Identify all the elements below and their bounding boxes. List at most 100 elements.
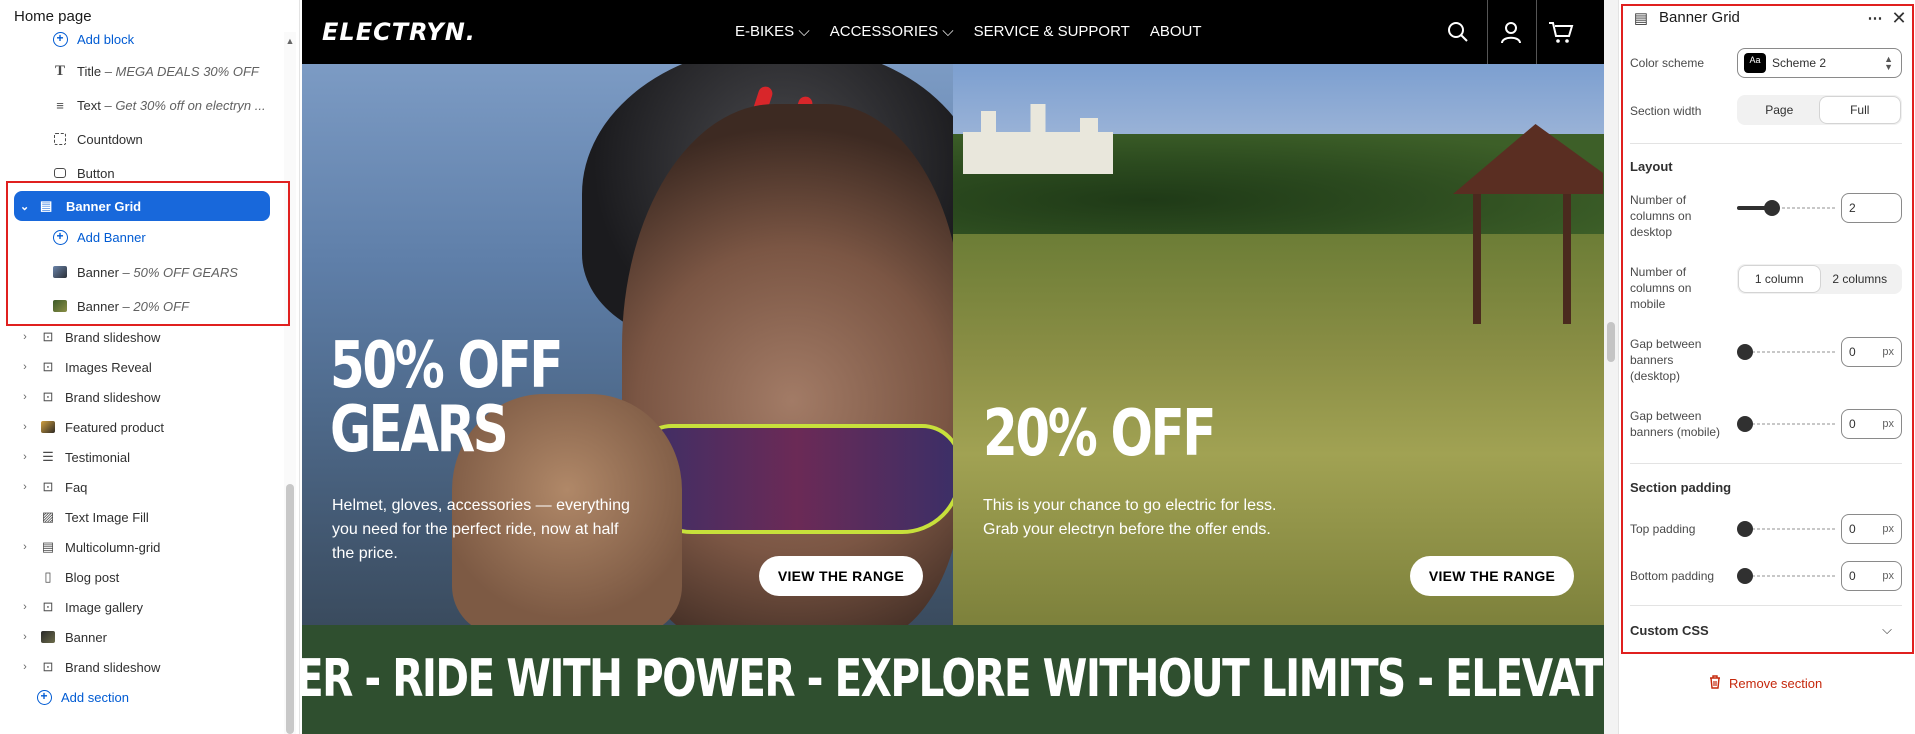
- search-icon[interactable]: [1440, 14, 1476, 50]
- menu-label: E-BIKES: [735, 23, 795, 40]
- banner-title: 20% OFF: [983, 397, 1216, 471]
- scroll-up-icon[interactable]: ▲: [284, 36, 296, 48]
- chevron-right-icon[interactable]: ›: [18, 331, 32, 343]
- remove-section-button[interactable]: Remove section: [1709, 675, 1822, 692]
- section-brand-slideshow[interactable]: › ⊡ Brand slideshow: [0, 652, 160, 682]
- preview-scrollbar[interactable]: [1604, 0, 1618, 734]
- chevron-down-icon: ⌵: [942, 23, 954, 40]
- store-header: ELECTRYN. E-BIKES ⌵ ACCESSORIES ⌵ SERVIC…: [302, 0, 1604, 64]
- banner-text: Helmet, gloves, accessories — everything…: [332, 497, 630, 562]
- section-label: Text Image Fill: [65, 509, 149, 525]
- view-range-button[interactable]: VIEW THE RANGE: [1410, 556, 1574, 596]
- block-detail: – MEGA DEALS 30% OFF: [101, 63, 259, 79]
- section-text-image-fill[interactable]: ▨ Text Image Fill: [0, 502, 149, 532]
- store-logo[interactable]: ELECTRYN.: [322, 18, 476, 46]
- store-preview: ELECTRYN. E-BIKES ⌵ ACCESSORIES ⌵ SERVIC…: [302, 0, 1604, 734]
- add-block-label: Add block: [77, 31, 135, 47]
- trash-icon: [1709, 675, 1721, 692]
- block-label: Button: [77, 165, 115, 181]
- section-label: Brand slideshow: [65, 389, 161, 405]
- section-label: Testimonial: [65, 449, 131, 465]
- section-images-reveal[interactable]: › ⊡ Images Reveal: [0, 352, 152, 382]
- menu-item-e-bikes[interactable]: E-BIKES ⌵: [735, 23, 810, 40]
- chevron-right-icon[interactable]: ›: [18, 361, 32, 373]
- highlight-box-sections: [6, 181, 290, 326]
- add-section-button[interactable]: + Add section: [0, 682, 129, 712]
- chevron-right-icon[interactable]: ›: [18, 421, 32, 433]
- sidebar-scroll-thumb[interactable]: [286, 484, 294, 734]
- block-text[interactable]: ≡ Text – Get 30% off on electryn ...: [0, 90, 266, 120]
- chevron-right-icon[interactable]: ›: [18, 601, 32, 613]
- image-icon: ⊡: [42, 599, 54, 614]
- list-icon: ☰: [42, 449, 54, 464]
- image-icon: ⊡: [42, 479, 54, 494]
- add-section-label: Add section: [61, 689, 129, 705]
- chevron-right-icon[interactable]: ›: [18, 481, 32, 493]
- chevron-right-icon[interactable]: ›: [18, 541, 32, 553]
- text-paragraph-icon: ≡: [56, 97, 64, 113]
- hut-post: [1563, 194, 1571, 324]
- chevron-right-icon[interactable]: ›: [18, 391, 32, 403]
- scrolling-text-band: ER - RIDE WITH POWER - EXPLORE WITHOUT L…: [302, 625, 1604, 734]
- left-sidebar: Home page ▲ + Add block T Title – MEGA D…: [0, 0, 300, 734]
- section-label: Faq: [65, 479, 88, 495]
- section-label: Brand slideshow: [65, 659, 161, 675]
- cart-icon[interactable]: [1543, 14, 1579, 50]
- section-label: Image gallery: [65, 599, 144, 615]
- chevron-right-icon[interactable]: ›: [18, 451, 32, 463]
- section-banner[interactable]: › Banner: [0, 622, 107, 652]
- header-divider: [1487, 0, 1488, 64]
- chevron-right-icon[interactable]: ›: [18, 661, 32, 673]
- menu-item-about[interactable]: ABOUT: [1150, 23, 1202, 40]
- section-brand-slideshow[interactable]: › ⊡ Brand slideshow: [0, 322, 160, 352]
- button-icon: [52, 165, 68, 181]
- remove-section-label: Remove section: [1729, 676, 1823, 691]
- banner-text: This is your chance to go electric for l…: [983, 497, 1277, 538]
- section-featured-product[interactable]: › Featured product: [0, 412, 164, 442]
- section-multicolumn-grid[interactable]: › ▤ Multicolumn-grid: [0, 532, 160, 562]
- add-block-button[interactable]: + Add block: [0, 24, 134, 54]
- banner-20-off: 20% OFF This is your chance to go electr…: [953, 64, 1604, 625]
- chevron-down-icon: ⌵: [798, 23, 810, 40]
- menu-item-service-support[interactable]: SERVICE & SUPPORT: [974, 23, 1130, 40]
- section-label: Multicolumn-grid: [65, 539, 161, 555]
- block-detail-text: MEGA DEALS 30% OFF: [115, 63, 259, 79]
- hut-post: [1473, 194, 1481, 324]
- slideshow-icon: ⊡: [42, 329, 54, 344]
- account-icon[interactable]: [1493, 14, 1529, 50]
- plus-circle-icon: +: [36, 689, 52, 705]
- section-faq[interactable]: › ⊡ Faq: [0, 472, 87, 502]
- block-label: Text: [77, 97, 101, 113]
- banner-title-line: GEARS: [330, 393, 509, 467]
- banner-image-castle: [963, 104, 1113, 174]
- section-image-gallery[interactable]: › ⊡ Image gallery: [0, 592, 143, 622]
- section-testimonial[interactable]: › ☰ Testimonial: [0, 442, 130, 472]
- section-settings-panel: ▤ Banner Grid ⋯ ✕ Color scheme Aa Scheme…: [1618, 0, 1915, 734]
- countdown-icon: [52, 131, 68, 147]
- banner-image-hut: [1453, 124, 1603, 324]
- banner-title-line: 50% OFF: [330, 329, 563, 403]
- section-label: Images Reveal: [65, 359, 152, 375]
- section-brand-slideshow[interactable]: › ⊡ Brand slideshow: [0, 382, 160, 412]
- chevron-right-icon[interactable]: ›: [18, 631, 32, 643]
- plus-circle-icon: +: [52, 31, 68, 47]
- block-detail: – Get 30% off on electryn ...: [100, 97, 266, 113]
- header-divider: [1536, 0, 1537, 64]
- block-title[interactable]: T Title – MEGA DEALS 30% OFF: [0, 56, 259, 86]
- block-countdown[interactable]: Countdown: [0, 124, 143, 154]
- menu-item-accessories[interactable]: ACCESSORIES ⌵: [830, 23, 954, 40]
- block-detail-text: Get 30% off on electryn ...: [115, 97, 266, 113]
- marquee-text: ER - RIDE WITH POWER - EXPLORE WITHOUT L…: [302, 649, 1604, 709]
- grid-icon: ▤: [41, 539, 55, 554]
- preview-scroll-thumb[interactable]: [1607, 322, 1615, 362]
- section-label: Blog post: [65, 569, 120, 585]
- banner-thumbnail: [40, 629, 56, 645]
- text-image-icon: ▨: [41, 509, 55, 524]
- slideshow-icon: ⊡: [42, 389, 54, 404]
- banner-50-off-gears: 50% OFF GEARS Helmet, gloves, accessorie…: [302, 64, 953, 625]
- main-menu: E-BIKES ⌵ ACCESSORIES ⌵ SERVICE & SUPPOR…: [735, 23, 1202, 40]
- menu-label: ACCESSORIES: [829, 23, 939, 40]
- section-blog-post[interactable]: ▯ Blog post: [0, 562, 119, 592]
- block-label: Title: [77, 63, 102, 79]
- view-range-button[interactable]: VIEW THE RANGE: [759, 556, 923, 596]
